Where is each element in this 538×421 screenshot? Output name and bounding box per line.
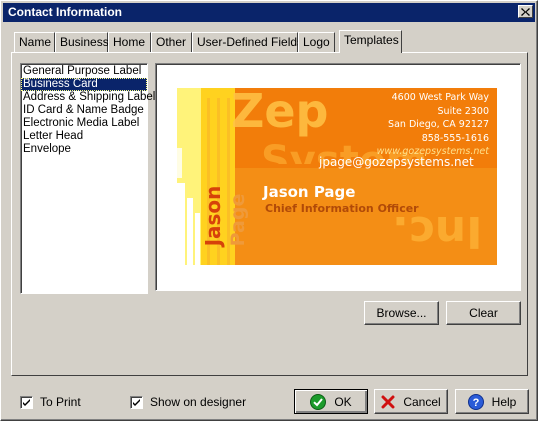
svg-text:?: ? [472,397,479,409]
browse-button-label: Browse... [376,306,427,320]
ok-button-label: OK [334,394,352,409]
card-address-line1: 4600 West Park Way [391,92,489,103]
show-on-designer-label: Show on designer [150,395,247,409]
checkmark-icon [310,393,327,410]
close-button[interactable] [518,5,533,18]
card-phone: 858-555-1616 [421,132,489,144]
show-on-designer-checkbox[interactable] [130,395,143,409]
tab-name[interactable]: Name [14,32,55,52]
help-button-label: Help [491,394,517,409]
show-on-designer-option[interactable]: Show on designer [130,395,246,409]
list-item[interactable]: ID Card & Name Badge [21,104,147,117]
list-item-selected[interactable]: Business Card [21,78,147,91]
clear-button-label: Clear [469,306,498,320]
close-icon [521,7,530,16]
list-item[interactable]: Letter Head [21,130,147,143]
title-bar[interactable]: Contact Information [3,3,535,22]
card-city: San Diego, CA 92127 [388,119,489,130]
cancel-x-icon [381,395,395,408]
list-item[interactable]: General Purpose Label [21,65,147,78]
card-name: Jason Page [263,183,356,201]
tab-templates[interactable]: Templates [339,30,402,53]
list-item[interactable]: Envelope [21,143,147,156]
tab-business[interactable]: Business [55,32,109,52]
template-preview: Zep System Inc. Jason Page 4600 West Par… [155,63,521,291]
cancel-button-label: Cancel [403,394,441,409]
ok-button[interactable]: OK [294,389,368,414]
check-icon [23,398,30,406]
check-icon [133,398,140,406]
card-vertical-first-name: Jason [201,185,225,247]
list-item[interactable]: Electronic Media Label [21,117,147,130]
card-position: Chief Information Officer [265,202,419,215]
tab-other[interactable]: Other [151,32,192,52]
card-address-block: 4600 West Park Way Suite 2300 San Diego,… [377,91,489,159]
tab-user-defined-fields[interactable]: User-Defined Fields [192,32,303,52]
help-button[interactable]: ? Help [455,389,529,414]
template-list[interactable]: General Purpose Label Business Card Addr… [20,63,155,294]
clear-button[interactable]: Clear [446,301,521,325]
business-card-preview: Zep System Inc. Jason Page 4600 West Par… [177,88,497,265]
card-bg-word-zep: Zep [231,88,329,138]
card-address-line2: Suite 2300 [437,105,489,117]
window-title: Contact Information [8,5,122,19]
to-print-checkbox[interactable] [20,395,33,409]
card-email: jpage@gozepsystems.net [319,155,474,169]
to-print-option[interactable]: To Print [20,395,81,409]
tab-home[interactable]: Home [108,32,151,52]
browse-button[interactable]: Browse... [364,301,439,325]
to-print-label: To Print [40,395,81,409]
cancel-button[interactable]: Cancel [374,389,448,414]
card-vertical-last-name: Page [227,193,249,247]
help-icon: ? [467,393,484,410]
list-item[interactable]: Address & Shipping Label [21,91,155,104]
tab-logo[interactable]: Logo [298,32,335,52]
